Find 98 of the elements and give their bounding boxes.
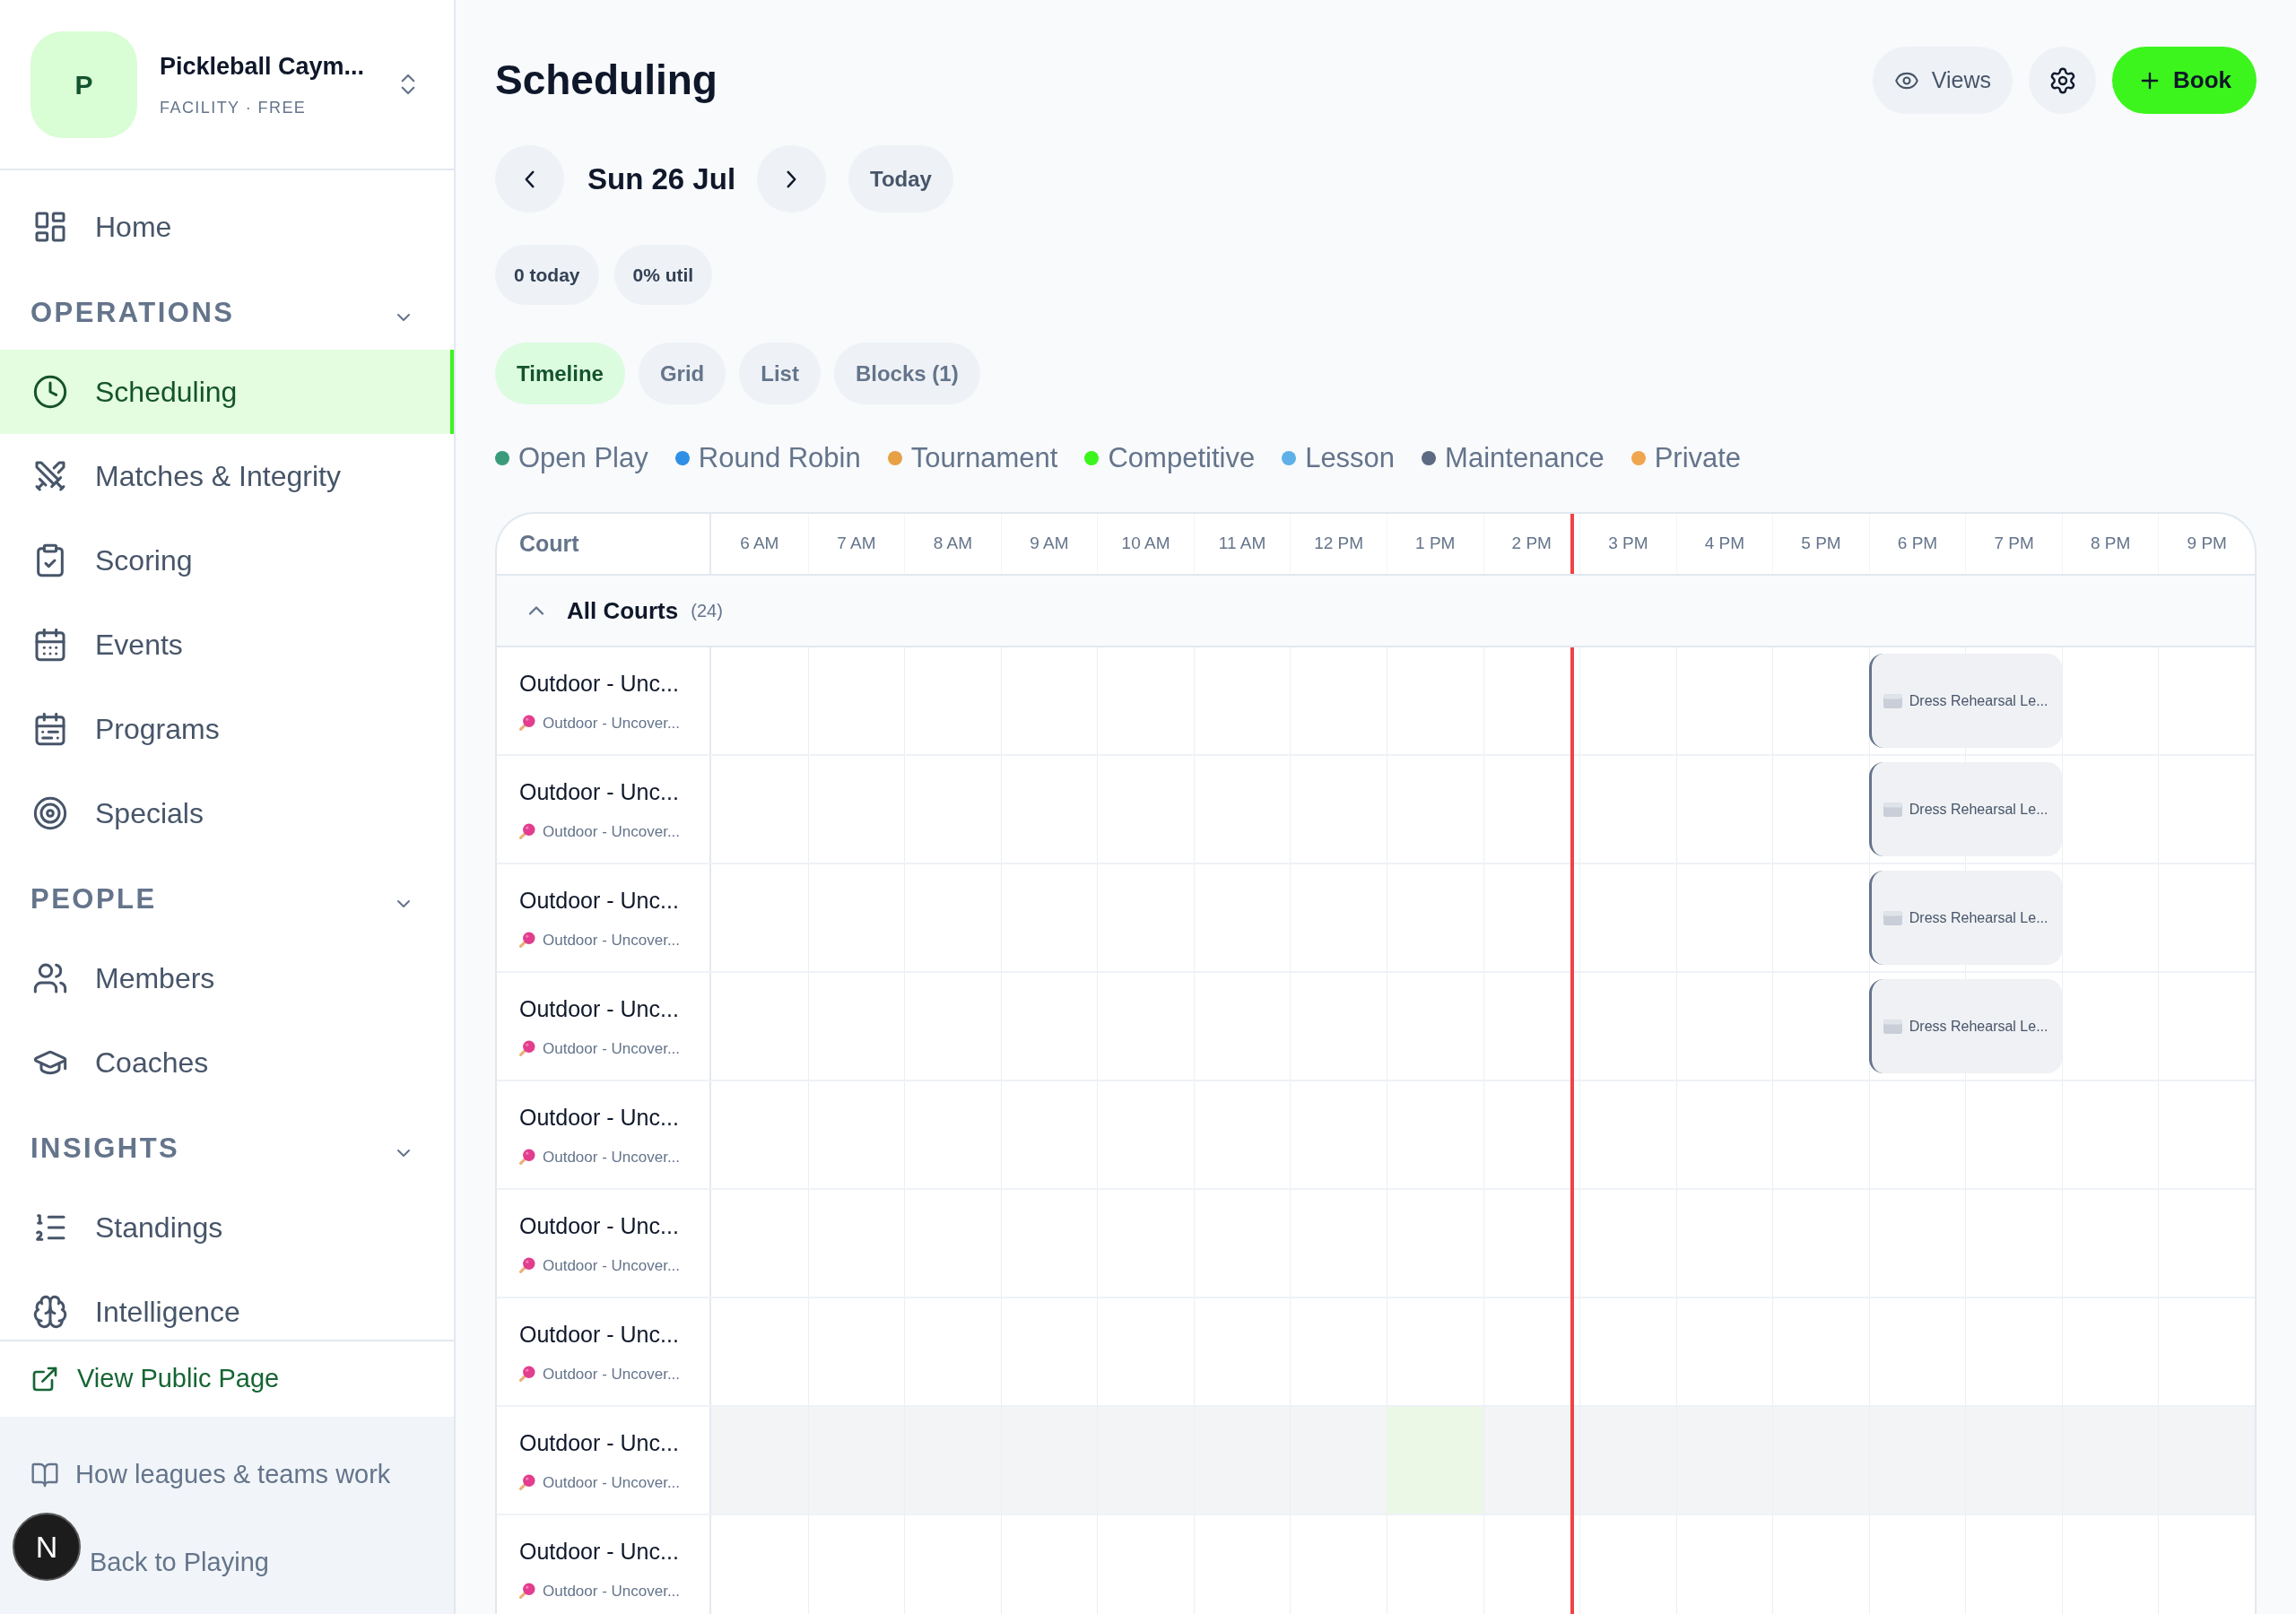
book-icon: [30, 1461, 59, 1489]
court-type: Outdoor - Uncover...: [543, 1255, 681, 1276]
nav-item[interactable]: Specials: [0, 771, 454, 855]
court-type: Outdoor - Uncover...: [543, 1581, 681, 1601]
nav-item[interactable]: Coaches: [0, 1020, 454, 1105]
column-header: Court: [519, 529, 579, 558]
clock-icon: [32, 374, 68, 410]
legend-label: Lesson: [1305, 440, 1396, 475]
court-type: Outdoor - Uncover...: [543, 1038, 681, 1059]
legend-label: Private: [1654, 440, 1742, 475]
nav-item[interactable]: Programs: [0, 687, 454, 771]
paddle-icon: [519, 1474, 535, 1491]
chevron-right-icon: [786, 169, 798, 188]
view-tab[interactable]: Timeline: [495, 343, 625, 404]
court-name: Outdoor - Unc...: [519, 887, 680, 915]
paddle-icon: [519, 823, 535, 840]
org-logo: P: [30, 30, 137, 138]
hour-label: 10 AM: [1121, 533, 1170, 555]
group-title: All Courts: [567, 595, 679, 626]
nav-item[interactable]: Home: [0, 185, 454, 269]
court-type: Outdoor - Uncover...: [543, 821, 681, 842]
paddle-icon: [519, 715, 535, 732]
nav-item[interactable]: Members: [0, 936, 454, 1020]
section-header[interactable]: INSIGHTS: [0, 1105, 454, 1185]
view-tab[interactable]: List: [739, 343, 821, 404]
today-button[interactable]: Today: [848, 145, 953, 213]
court-name: Outdoor - Unc...: [519, 1538, 680, 1566]
court-type: Outdoor - Uncover...: [543, 713, 681, 733]
hour-label: 6 PM: [1897, 533, 1938, 555]
brain-icon: [32, 1294, 68, 1330]
nav-item[interactable]: Events: [0, 603, 454, 687]
hour-label: 9 PM: [2187, 533, 2227, 555]
stat-pill: 0% util: [613, 245, 713, 305]
court-name: Outdoor - Unc...: [519, 1104, 680, 1132]
court-name: Outdoor - Unc...: [519, 1321, 680, 1349]
court-type: Outdoor - Uncover...: [543, 930, 681, 950]
hour-label: 2 PM: [1511, 533, 1552, 555]
legend-label: Competitive: [1108, 440, 1256, 475]
hour-label: 4 PM: [1704, 533, 1745, 555]
nav-item[interactable]: Scoring: [0, 518, 454, 603]
hour-label: 5 PM: [1801, 533, 1841, 555]
section-header[interactable]: PEOPLE: [0, 855, 454, 936]
court-name: Outdoor - Unc...: [519, 995, 680, 1023]
hour-label: 1 PM: [1415, 533, 1456, 555]
tile-icon: [1883, 1019, 1902, 1034]
back-link[interactable]: Back to Playing: [90, 1543, 269, 1583]
hour-label: 8 AM: [933, 533, 973, 555]
court-type: Outdoor - Uncover...: [543, 1147, 681, 1167]
hour-label: 12 PM: [1314, 533, 1364, 555]
external-link-icon: [30, 1365, 59, 1393]
nav-item[interactable]: Intelligence: [0, 1270, 454, 1340]
court-name: Outdoor - Unc...: [519, 1212, 680, 1240]
nav-item[interactable]: Matches & Integrity: [0, 434, 454, 518]
hour-label: 7 AM: [837, 533, 876, 555]
hour-label: 9 AM: [1030, 533, 1069, 555]
legend-label: Tournament: [910, 440, 1058, 475]
legend-label: Round Robin: [698, 440, 861, 475]
section-header[interactable]: OPERATIONS: [0, 269, 454, 350]
public-page-link[interactable]: View Public Page: [0, 1341, 454, 1417]
target-icon: [32, 795, 68, 831]
book-button[interactable]: Book: [2112, 47, 2257, 114]
hour-label: 8 PM: [2090, 533, 2131, 555]
nav-item[interactable]: Scheduling: [0, 350, 454, 434]
views-button[interactable]: Views: [1872, 47, 2013, 114]
stat-pill: 0 today: [495, 245, 599, 305]
booking-block[interactable]: Dress Rehearsal Le...: [1868, 871, 2062, 965]
nav-item[interactable]: Standings: [0, 1185, 454, 1270]
hour-label: 3 PM: [1608, 533, 1648, 555]
view-tab[interactable]: Grid: [638, 343, 726, 404]
page-title: Scheduling: [495, 56, 718, 105]
paddle-icon: [519, 1257, 535, 1274]
group-count: (24): [691, 600, 723, 622]
booking-block[interactable]: Dress Rehearsal Le...: [1868, 762, 2062, 856]
tile-icon: [1883, 910, 1902, 925]
paddle-icon: [519, 1583, 535, 1600]
paddle-icon: [519, 1149, 535, 1166]
paddle-icon: [519, 1040, 535, 1057]
booking-block[interactable]: Dress Rehearsal Le...: [1868, 654, 2062, 748]
current-date: Sun 26 Jul: [587, 161, 736, 197]
court-name: Outdoor - Unc...: [519, 670, 680, 698]
legend-label: Open Play: [518, 440, 648, 475]
court-type: Outdoor - Uncover...: [543, 1364, 681, 1384]
paddle-icon: [519, 1366, 535, 1383]
tile-icon: [1883, 802, 1902, 817]
hour-label: 6 AM: [740, 533, 779, 555]
tile-icon: [1883, 693, 1902, 708]
chevron-left-icon: [524, 169, 535, 188]
booking-block[interactable]: Dress Rehearsal Le...: [1868, 979, 2062, 1073]
hour-label: 11 AM: [1218, 533, 1266, 555]
org-plan: FACILITY · FREE: [160, 97, 308, 118]
court-name: Outdoor - Unc...: [519, 778, 680, 806]
court-name: Outdoor - Unc...: [519, 1429, 680, 1457]
view-tab[interactable]: Blocks (1): [833, 343, 980, 404]
court-type: Outdoor - Uncover...: [543, 1472, 681, 1493]
paddle-icon: [519, 932, 535, 949]
hour-label: 7 PM: [1994, 533, 2034, 555]
org-name: Pickleball Caym...: [160, 52, 366, 82]
legend-label: Maintenance: [1445, 440, 1605, 475]
